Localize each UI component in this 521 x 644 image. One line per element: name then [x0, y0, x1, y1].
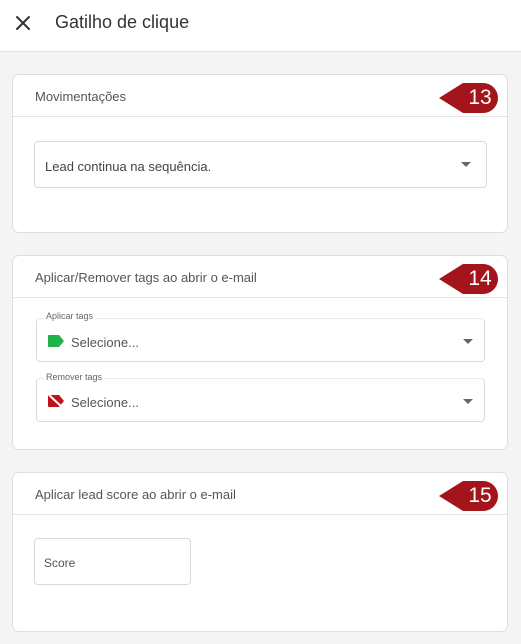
movimentacao-select-value: Lead continua na sequência.	[45, 159, 212, 174]
remove-tags-select[interactable]: Selecione...	[36, 378, 485, 422]
score-input[interactable]: Score	[34, 538, 191, 585]
page-title: Gatilho de clique	[55, 12, 190, 32]
chevron-down-icon	[463, 339, 473, 344]
tags-card: Aplicar/Remover tags ao abrir o e-mail 1…	[12, 255, 508, 450]
step-badge-14: 14	[437, 262, 499, 296]
close-icon[interactable]	[12, 12, 34, 34]
step-badge-13-label: 13	[468, 86, 492, 109]
tag-off-icon	[47, 394, 65, 409]
tags-title: Aplicar/Remover tags ao abrir o e-mail	[35, 270, 257, 285]
chevron-down-icon	[461, 162, 471, 167]
score-title: Aplicar lead score ao abrir o e-mail	[35, 487, 236, 502]
movimentacao-select[interactable]: Lead continua na sequência.	[34, 141, 487, 188]
movimentacoes-card: Movimentações 13 Lead continua na sequên…	[12, 74, 508, 233]
apply-tags-select[interactable]: Selecione...	[36, 318, 485, 362]
step-badge-15-label: 15	[468, 484, 492, 507]
movimentacoes-card-header: Movimentações 13	[13, 75, 507, 117]
score-card-header: Aplicar lead score ao abrir o e-mail 15	[13, 473, 507, 515]
score-card: Aplicar lead score ao abrir o e-mail 15 …	[12, 472, 508, 632]
remove-tags-label: Remover tags	[44, 372, 105, 382]
dialog-header: Gatilho de clique	[0, 0, 521, 52]
tags-card-header: Aplicar/Remover tags ao abrir o e-mail 1…	[13, 256, 507, 298]
step-badge-13: 13	[437, 81, 499, 115]
movimentacoes-title: Movimentações	[35, 89, 127, 104]
apply-tags-placeholder: Selecione...	[71, 335, 139, 350]
chevron-down-icon	[463, 399, 473, 404]
step-badge-15: 15	[437, 479, 499, 513]
tag-icon	[47, 334, 65, 348]
step-badge-14-label: 14	[468, 267, 492, 290]
apply-tags-label: Aplicar tags	[44, 311, 96, 321]
remove-tags-placeholder: Selecione...	[71, 395, 139, 410]
score-placeholder: Score	[44, 556, 76, 570]
